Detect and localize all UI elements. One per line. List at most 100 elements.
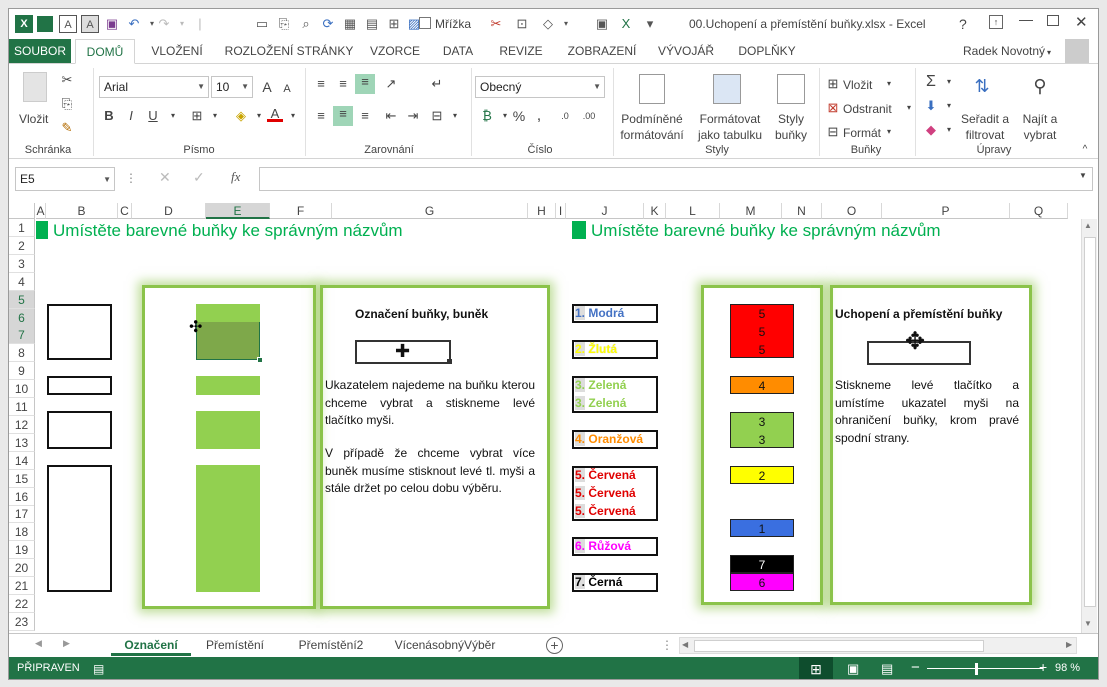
zoom-slider[interactable] (927, 668, 1043, 669)
wrap-text-icon[interactable]: ↵ (429, 76, 445, 92)
number-format-select[interactable]: Obecný ▼ (475, 76, 605, 98)
help-icon[interactable]: ? (959, 16, 967, 32)
align-left-icon[interactable]: ≡ (313, 108, 329, 124)
page-layout-view-icon[interactable]: ▣ (847, 661, 859, 677)
clear-icon[interactable]: ◆ (923, 122, 939, 138)
draw-border-icon[interactable]: ⊡ (513, 15, 531, 33)
paste-icon[interactable] (23, 72, 47, 102)
border-dropdown-icon[interactable]: ▾ (207, 108, 223, 124)
enter-icon[interactable]: ✓ (193, 169, 205, 186)
active-cell-e5[interactable] (196, 304, 260, 322)
fill-down-icon[interactable]: ⬇ (923, 98, 939, 114)
row-header[interactable]: 4 (9, 272, 35, 291)
row-header[interactable]: 8 (9, 344, 35, 363)
save-icon[interactable]: ▣ (103, 15, 121, 33)
green-cell[interactable] (196, 411, 260, 449)
scroll-down-icon[interactable]: ▼ (1084, 619, 1092, 628)
redo-dropdown-icon[interactable]: ▾ (173, 15, 191, 33)
user-name[interactable]: Radek Novotný (963, 44, 1045, 58)
sort-label2[interactable]: filtrovat (955, 128, 1015, 142)
underline-icon[interactable]: U (145, 108, 161, 124)
row-header[interactable]: 3 (9, 254, 35, 273)
font-color-dropdown-icon[interactable]: ▾ (285, 108, 301, 124)
green-cell[interactable] (196, 376, 260, 395)
row-header[interactable]: 7 (9, 326, 35, 345)
attach-icon[interactable]: ⎘ (275, 15, 293, 33)
align-top-icon[interactable]: ≡ (313, 76, 329, 92)
zoom-in-icon[interactable]: + (1039, 659, 1047, 675)
align-bottom-icon[interactable]: ≡ (355, 74, 375, 94)
tab-developer[interactable]: VÝVOJÁŘ (653, 39, 719, 63)
quick-access-more-icon[interactable]: ▾ (641, 15, 659, 33)
column-header[interactable]: H (528, 203, 556, 219)
cell-styles-icon[interactable] (777, 74, 805, 104)
zoom-page-icon[interactable]: ⌕ (297, 15, 315, 33)
colored-cell[interactable]: 33 (730, 412, 794, 448)
fill-color-icon[interactable]: ◈ (233, 108, 249, 124)
row-header[interactable]: 16 (9, 487, 35, 506)
colored-cell[interactable]: 5 5 5 (730, 304, 794, 358)
column-header[interactable]: L (666, 203, 720, 219)
tab-insert[interactable]: VLOŽENÍ (141, 39, 213, 63)
fill-dropdown-icon[interactable]: ▾ (941, 98, 957, 114)
format-dropdown-icon[interactable]: ▾ (881, 124, 897, 140)
border-icon[interactable]: ⊞ (189, 108, 205, 124)
colored-cell[interactable]: 1 (730, 519, 794, 537)
delete-cells-icon[interactable]: ⊠ (825, 100, 841, 116)
row-header[interactable]: 12 (9, 415, 35, 434)
scroll-thumb[interactable] (1084, 237, 1096, 607)
row-header[interactable]: 22 (9, 594, 35, 613)
column-header[interactable]: P (882, 203, 1010, 219)
colored-cell[interactable]: 2 (730, 466, 794, 484)
formula-input[interactable] (259, 167, 1093, 191)
copy-icon[interactable]: ⎘ (59, 96, 75, 112)
close-icon[interactable]: ✕ (1075, 13, 1088, 31)
row-header[interactable]: 17 (9, 505, 35, 524)
italic-icon[interactable]: I (123, 108, 139, 124)
column-header[interactable]: Q (1010, 203, 1068, 219)
tab-data[interactable]: DATA (433, 39, 483, 63)
column-header[interactable]: O (822, 203, 882, 219)
grow-font-icon[interactable]: A (259, 79, 275, 95)
scroll-right-icon[interactable]: ▶ (1066, 640, 1072, 649)
find-select-icon[interactable]: ⚲ (1029, 77, 1051, 102)
shrink-font-icon[interactable]: A (279, 81, 295, 97)
scroll-left-icon[interactable]: ◀ (682, 640, 688, 649)
insert-cells-icon[interactable]: ⊞ (825, 76, 841, 92)
chart-icon[interactable]: ▤ (363, 15, 381, 33)
orientation-icon[interactable]: ↗ (383, 76, 399, 92)
align-middle-icon[interactable]: ≡ (335, 76, 351, 92)
autosum-icon[interactable]: Σ (923, 74, 939, 90)
hscroll-thumb[interactable] (694, 640, 984, 652)
sheet-tab-premisteni[interactable]: Přemístění (195, 634, 275, 656)
sheet-tab-vicenasobny[interactable]: VícenásobnýVýběr (383, 634, 507, 656)
format-table-label1[interactable]: Formátovat (695, 112, 765, 126)
thousands-icon[interactable]: , (531, 108, 547, 124)
format-as-table-icon[interactable] (713, 74, 741, 104)
row-header[interactable]: 18 (9, 523, 35, 542)
column-header[interactable]: N (782, 203, 822, 219)
zoom-level[interactable]: 98 % (1055, 662, 1080, 674)
font-a-icon[interactable]: A (59, 15, 77, 33)
table-icon[interactable]: ▦ (341, 15, 359, 33)
refresh-icon[interactable]: ⟳ (319, 15, 337, 33)
cond-format-label2[interactable]: formátování (613, 128, 691, 142)
merge-icon[interactable]: ⊟ (429, 108, 445, 124)
shapes-icon[interactable]: ◇ (539, 15, 557, 33)
user-dropdown-icon[interactable]: ▾ (1047, 48, 1051, 57)
print-preview-icon[interactable]: ▭ (253, 15, 271, 33)
excel-file-icon[interactable]: X (617, 15, 635, 33)
column-header[interactable]: E (206, 203, 270, 219)
find-label2[interactable]: vybrat (1015, 128, 1065, 142)
column-header[interactable]: F (270, 203, 332, 219)
format-cells-label[interactable]: Formát (843, 126, 881, 140)
name-box[interactable]: E5 ▼ (15, 167, 115, 191)
sheet-tab-premisteni2[interactable]: Přemístění2 (287, 634, 375, 656)
format-table-label2[interactable]: jako tabulku (689, 128, 771, 142)
conditional-formatting-icon[interactable] (639, 74, 665, 104)
font-color-icon[interactable]: A (267, 106, 283, 122)
underline-dropdown-icon[interactable]: ▾ (165, 108, 181, 124)
zoom-slider-thumb[interactable] (975, 663, 978, 675)
column-header[interactable]: J (566, 203, 644, 219)
camera-icon[interactable]: ▣ (593, 15, 611, 33)
